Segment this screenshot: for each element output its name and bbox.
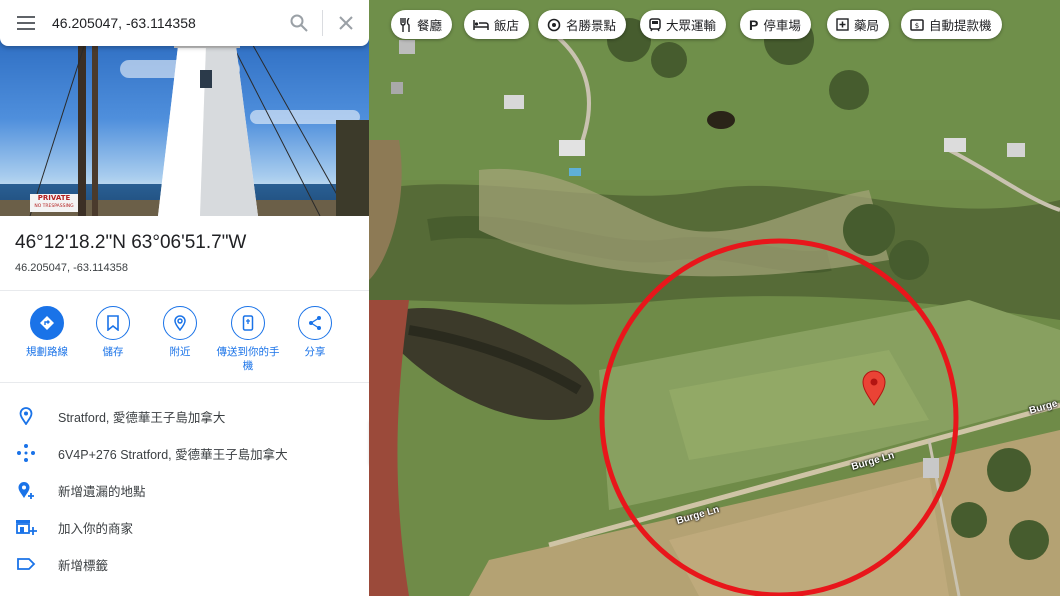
directions-icon <box>30 306 64 340</box>
add-missing-place-text: 新增遺漏的地點 <box>58 484 146 499</box>
add-label-text: 新增標籤 <box>58 558 109 573</box>
side-panel: PRIVATE NO TRESPASSING 46°12'18 <box>0 0 369 596</box>
attraction-icon <box>547 18 561 32</box>
add-business-text: 加入你的商家 <box>58 521 134 536</box>
map-canvas[interactable]: Burge Ln Burge Ln Burge 餐廳 飯店 名勝景點 大眾運輸 … <box>369 0 1060 596</box>
search-box <box>0 0 369 46</box>
chip-attractions[interactable]: 名勝景點 <box>538 10 627 39</box>
svg-text:$: $ <box>915 22 919 30</box>
nearby-label: 附近 <box>169 346 191 358</box>
bookmark-icon <box>96 306 130 340</box>
plus-code-row[interactable]: 6V4P+276 Stratford, 愛德華王子島加拿大 <box>0 435 369 471</box>
send-to-phone-button[interactable]: 傳送到你的手機 <box>216 306 280 373</box>
save-label: 儲存 <box>102 346 124 358</box>
divider <box>0 290 369 291</box>
address-text: Stratford, 愛德華王子島加拿大 <box>58 410 226 425</box>
action-buttons: 規劃路線 儲存 附近 傳送到你的手機 分享 <box>0 306 369 381</box>
address-row[interactable]: Stratford, 愛德華王子島加拿大 <box>0 398 369 434</box>
sign-line-1: PRIVATE <box>37 194 71 202</box>
search-input[interactable] <box>52 15 276 31</box>
add-missing-place-row[interactable]: 新增遺漏的地點 <box>0 472 369 508</box>
hamburger-menu-icon <box>17 16 35 30</box>
search-icon <box>290 14 308 32</box>
chip-label: 藥局 <box>854 19 880 33</box>
private-sign: PRIVATE NO TRESPASSING <box>30 194 78 212</box>
chip-pharmacy[interactable]: 藥局 <box>827 10 890 39</box>
search-button[interactable] <box>276 0 322 46</box>
add-business-row[interactable]: 加入你的商家 <box>0 509 369 545</box>
chip-label: 名勝景點 <box>566 19 617 33</box>
chip-parking[interactable]: P 停車場 <box>740 10 811 39</box>
add-place-icon <box>18 482 34 499</box>
plus-code-icon <box>17 444 35 462</box>
share-icon <box>298 306 332 340</box>
label-icon <box>17 558 36 570</box>
chip-label: 大眾運輸 <box>666 19 717 33</box>
parking-icon: P <box>749 16 759 33</box>
location-pin-icon <box>19 407 33 425</box>
chip-atm[interactable]: $ 自動提款機 <box>901 10 1002 39</box>
atm-icon: $ <box>910 18 924 31</box>
phone-icon <box>231 306 265 340</box>
hotel-icon <box>473 19 489 31</box>
chip-transit[interactable]: 大眾運輸 <box>640 10 727 39</box>
nearby-button[interactable]: 附近 <box>148 306 212 359</box>
share-label: 分享 <box>304 346 326 358</box>
location-marker-icon[interactable] <box>861 370 887 406</box>
clear-search-button[interactable] <box>323 0 369 46</box>
nearby-icon <box>163 306 197 340</box>
pharmacy-icon <box>836 18 849 31</box>
menu-button[interactable] <box>0 0 52 46</box>
place-subtitle: 46.205047, -63.114358 <box>15 262 128 274</box>
add-label-row[interactable]: 新增標籤 <box>0 546 369 582</box>
close-icon <box>339 16 353 30</box>
chip-label: 飯店 <box>494 19 520 33</box>
sign-line-2: NO TRESPASSING <box>34 204 74 209</box>
place-title: 46°12'18.2"N 63°06'51.7"W <box>15 232 247 253</box>
share-button[interactable]: 分享 <box>283 306 347 359</box>
add-business-icon <box>16 520 37 535</box>
save-button[interactable]: 儲存 <box>81 306 145 359</box>
chip-hotels[interactable]: 飯店 <box>464 10 530 39</box>
send-to-phone-label: 傳送到你的手機 <box>216 346 280 372</box>
divider <box>0 382 369 383</box>
restaurant-icon <box>400 17 412 32</box>
chip-label: 停車場 <box>763 19 801 33</box>
chip-label: 自動提款機 <box>929 19 992 33</box>
transit-icon <box>649 17 661 32</box>
plus-code-text: 6V4P+276 Stratford, 愛德華王子島加拿大 <box>58 447 288 462</box>
chip-restaurants[interactable]: 餐廳 <box>391 10 453 39</box>
directions-label: 規劃路線 <box>26 346 68 358</box>
chip-label: 餐廳 <box>417 19 443 33</box>
directions-button[interactable]: 規劃路線 <box>15 306 79 359</box>
